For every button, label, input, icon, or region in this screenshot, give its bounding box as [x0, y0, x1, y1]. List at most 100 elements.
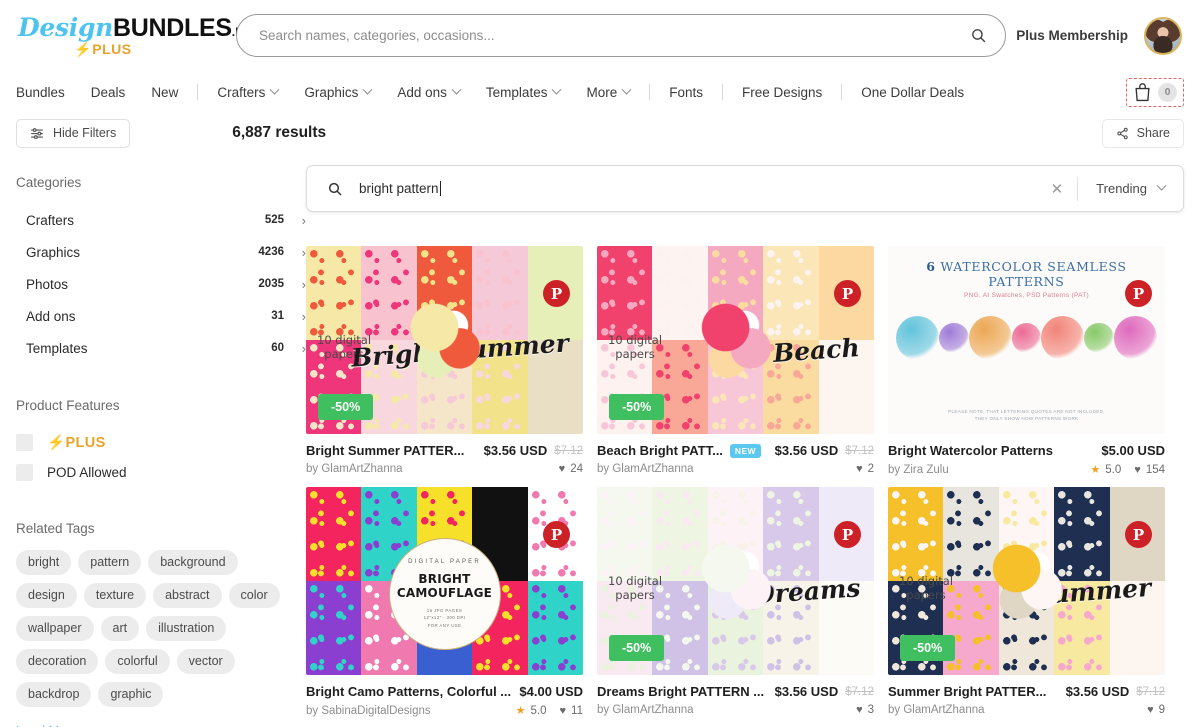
- global-search-bar[interactable]: [236, 14, 1006, 57]
- related-tag[interactable]: background: [148, 550, 238, 575]
- clear-search-icon[interactable]: ✕: [1037, 180, 1078, 198]
- nav-item-more[interactable]: More: [573, 84, 643, 100]
- chevron-down-icon: [552, 84, 562, 95]
- watercolor-blob: [968, 316, 1012, 360]
- related-tag[interactable]: bright: [16, 550, 72, 575]
- heart-icon: ♥: [558, 463, 566, 475]
- category-row[interactable]: Graphics 4236 ›: [16, 236, 306, 268]
- related-tag[interactable]: wallpaper: [16, 616, 94, 641]
- related-tag[interactable]: texture: [83, 583, 147, 608]
- sort-dropdown[interactable]: Trending: [1078, 180, 1169, 196]
- related-tag[interactable]: art: [100, 616, 140, 641]
- product-card[interactable]: 6 WATERCOLOR SEAMLESS PATTERNS PNG, AI Sw…: [888, 246, 1165, 476]
- product-author[interactable]: by GlamArtZhanna: [888, 704, 985, 716]
- chevron-right-icon: ›: [301, 340, 306, 356]
- product-author[interactable]: by GlamArtZhanna: [306, 463, 403, 475]
- load-more-tags-link[interactable]: Load More: [16, 723, 306, 727]
- site-logo[interactable]: DesignBUNDLES.NET ⚡PLUS: [16, 15, 260, 56]
- product-author[interactable]: by GlamArtZhanna: [597, 704, 694, 716]
- plus-membership-link[interactable]: Plus Membership: [1016, 28, 1128, 43]
- product-card[interactable]: 10 digital papers Dreams -50% P Dreams Brigh…: [597, 487, 874, 717]
- cart-button[interactable]: 0: [1126, 77, 1184, 107]
- product-thumbnail[interactable]: 6 WATERCOLOR SEAMLESS PATTERNS PNG, AI Sw…: [888, 246, 1165, 434]
- likes-value: 3: [867, 704, 874, 716]
- nav-item-deals[interactable]: Deals: [78, 85, 139, 100]
- avatar[interactable]: [1144, 16, 1182, 55]
- related-tag[interactable]: illustration: [146, 616, 227, 641]
- pinterest-save-icon[interactable]: P: [543, 521, 570, 548]
- results-search-query[interactable]: bright pattern: [359, 181, 439, 196]
- product-likes: ♥ 2: [856, 463, 874, 475]
- main-nav: Bundles Deals New Crafters Graphics Add …: [0, 71, 1200, 113]
- nav-divider: [649, 84, 651, 100]
- pinterest-save-icon[interactable]: P: [1125, 280, 1152, 307]
- nav-item-one-dollar-deals[interactable]: One Dollar Deals: [848, 85, 977, 100]
- filter-pod-allowed[interactable]: POD Allowed: [16, 457, 306, 487]
- product-card[interactable]: 10 digital papers Summer -50% P Summer Brigh…: [888, 487, 1165, 717]
- hide-filters-button[interactable]: Hide Filters: [16, 118, 131, 148]
- product-likes: ♥ 3: [856, 704, 874, 716]
- product-title[interactable]: Dreams Bright PATTERN ...: [597, 684, 764, 699]
- product-title[interactable]: Summer Bright PATTER...: [888, 684, 1046, 699]
- plus-label: ⚡PLUS: [47, 434, 106, 451]
- product-author[interactable]: by Zira Zulu: [888, 464, 949, 476]
- product-grid: 10 digital papersBright Summer-50%P Brigh…: [306, 246, 1184, 717]
- related-tag[interactable]: graphic: [98, 682, 164, 707]
- nav-item-free-designs[interactable]: Free Designs: [729, 85, 835, 100]
- global-search-input[interactable]: [259, 28, 970, 43]
- nav-item-bundles[interactable]: Bundles: [16, 85, 78, 100]
- category-row[interactable]: Photos 2035 ›: [16, 268, 306, 300]
- product-card[interactable]: 10 digital papers Beach -50% P Beach Bright …: [597, 246, 874, 476]
- related-tag[interactable]: decoration: [16, 649, 99, 674]
- category-row[interactable]: Crafters 525 ›: [16, 204, 306, 236]
- category-row[interactable]: Templates 60 ›: [16, 332, 306, 364]
- product-thumbnail[interactable]: DIGITAL PAPER BRIGHT CAMOUFLAGE 16 JPG PAG…: [306, 487, 583, 675]
- product-thumbnail[interactable]: 10 digital papers Beach -50% P: [597, 246, 874, 434]
- nav-item-add-ons[interactable]: Add ons: [384, 84, 473, 100]
- plus-checkbox[interactable]: [16, 433, 33, 451]
- nav-item-new[interactable]: New: [138, 85, 191, 100]
- pod-checkbox[interactable]: [16, 463, 33, 481]
- product-title[interactable]: Bright Summer PATTER...: [306, 443, 464, 458]
- thumbnail-centerpiece: [683, 529, 788, 633]
- product-card[interactable]: DIGITAL PAPER BRIGHT CAMOUFLAGE 16 JPG PAG…: [306, 487, 583, 717]
- product-features-title: Product Features: [16, 398, 120, 413]
- related-tag[interactable]: pattern: [78, 550, 142, 575]
- filters-sidebar: Categories Crafters 525 › Graphics 4236 › Phot…: [16, 153, 306, 727]
- category-count: 4236: [258, 246, 284, 258]
- thumbnail-title: 6 WATERCOLOR SEAMLESS PATTERNS: [926, 259, 1127, 289]
- category-row[interactable]: Add ons 31 ›: [16, 300, 306, 332]
- product-author[interactable]: by GlamArtZhanna: [597, 463, 694, 475]
- product-author[interactable]: by SabinaDigitalDesigns: [306, 705, 431, 717]
- nav-item-graphics[interactable]: Graphics: [291, 84, 384, 100]
- results-search-panel[interactable]: bright pattern ✕ Trending: [306, 165, 1184, 212]
- related-tag[interactable]: colorful: [105, 649, 170, 674]
- pinterest-save-icon[interactable]: P: [1125, 521, 1152, 548]
- pinterest-save-icon[interactable]: P: [834, 521, 861, 548]
- product-card[interactable]: 10 digital papersBright Summer-50%P Brigh…: [306, 246, 583, 476]
- related-tag[interactable]: color: [228, 583, 280, 608]
- pinterest-save-icon[interactable]: P: [543, 280, 570, 307]
- product-title[interactable]: Bright Camo Patterns, Colorful ...: [306, 684, 511, 699]
- product-title[interactable]: Beach Bright PATT...: [597, 443, 723, 458]
- share-button[interactable]: Share: [1101, 118, 1184, 148]
- category-label: Photos: [26, 276, 69, 292]
- product-thumbnail[interactable]: 10 digital papersBright Summer-50%P: [306, 246, 583, 434]
- product-meta-row: by GlamArtZhanna ♥ 24: [306, 463, 583, 475]
- related-tag[interactable]: backdrop: [16, 682, 92, 707]
- nav-item-fonts[interactable]: Fonts: [656, 85, 716, 100]
- product-title[interactable]: Bright Watercolor Patterns: [888, 443, 1053, 458]
- product-thumbnail[interactable]: 10 digital papers Summer -50% P: [888, 487, 1165, 675]
- product-likes: ♥ 154: [1134, 464, 1165, 476]
- related-tag[interactable]: design: [16, 583, 77, 608]
- nav-item-crafters[interactable]: Crafters: [204, 84, 291, 100]
- pinterest-save-icon[interactable]: P: [834, 280, 861, 307]
- related-tag[interactable]: abstract: [153, 583, 222, 608]
- related-tag[interactable]: vector: [176, 649, 235, 674]
- cart-icon: [1133, 82, 1152, 103]
- heart-icon: ♥: [1147, 704, 1154, 716]
- filter-plus[interactable]: ⚡PLUS: [16, 427, 306, 457]
- search-icon[interactable]: [970, 27, 987, 44]
- nav-item-templates[interactable]: Templates: [473, 84, 574, 100]
- product-thumbnail[interactable]: 10 digital papers Dreams -50% P: [597, 487, 874, 675]
